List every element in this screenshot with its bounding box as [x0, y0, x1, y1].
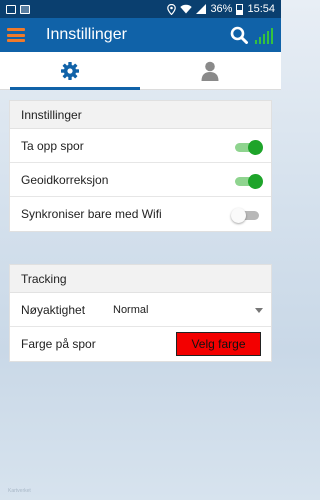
- status-time: 15:54: [247, 3, 275, 15]
- tab-settings[interactable]: [0, 52, 140, 90]
- tracking-card: Tracking Nøyaktighet Normal Farge på spo…: [9, 264, 272, 362]
- battery-percent: 36%: [210, 3, 233, 15]
- menu-icon[interactable]: [7, 28, 25, 42]
- setting-label-wifi-sync: Synkroniser bare med Wifi: [21, 207, 162, 221]
- wifi-icon: [180, 4, 193, 14]
- status-bar: 36% 15:54: [0, 0, 281, 18]
- accuracy-label: Nøyaktighet: [21, 302, 86, 317]
- app-icon: [6, 4, 16, 14]
- record-track-toggle[interactable]: [233, 140, 263, 155]
- battery-icon: [236, 3, 244, 15]
- section-header-settings: Innstillinger: [10, 101, 271, 129]
- section-header-tracking: Tracking: [10, 265, 271, 293]
- gear-icon: [61, 62, 79, 80]
- wifi-sync-toggle[interactable]: [231, 208, 261, 223]
- settings-card: Innstillinger Ta opp spor Geoidkorreksjo…: [9, 100, 272, 232]
- setting-label-record-track: Ta opp spor: [21, 138, 84, 153]
- notification-icon: [20, 4, 30, 14]
- location-icon: [167, 3, 177, 15]
- accuracy-dropdown[interactable]: Normal: [113, 293, 263, 327]
- map-watermark: Kartverket: [8, 488, 31, 494]
- accuracy-selected-value: Normal: [113, 304, 149, 316]
- setting-row-record-track: Ta opp spor: [10, 129, 271, 163]
- search-icon[interactable]: [230, 26, 248, 44]
- track-color-label: Farge på spor: [21, 337, 96, 351]
- gps-signal-icon[interactable]: [255, 28, 274, 44]
- user-icon: [201, 61, 219, 81]
- setting-label-geoid-correction: Geoidkorreksjon: [21, 172, 109, 187]
- setting-row-accuracy: Nøyaktighet Normal: [10, 293, 271, 327]
- setting-row-geoid-correction: Geoidkorreksjon: [10, 163, 271, 197]
- selected-tab-indicator: [10, 87, 140, 90]
- setting-row-wifi-sync: Synkroniser bare med Wifi: [10, 197, 271, 231]
- page-title: Innstillinger: [46, 26, 127, 43]
- tab-bar: [0, 52, 281, 90]
- tab-profile[interactable]: [140, 52, 280, 90]
- geoid-correction-toggle[interactable]: [233, 174, 263, 189]
- app-bar: Innstillinger: [0, 18, 281, 52]
- setting-row-track-color: Farge på spor Velg farge: [10, 327, 271, 361]
- signal-icon: [196, 4, 207, 14]
- dropdown-arrow-icon: [255, 308, 263, 313]
- choose-color-button[interactable]: Velg farge: [176, 332, 261, 356]
